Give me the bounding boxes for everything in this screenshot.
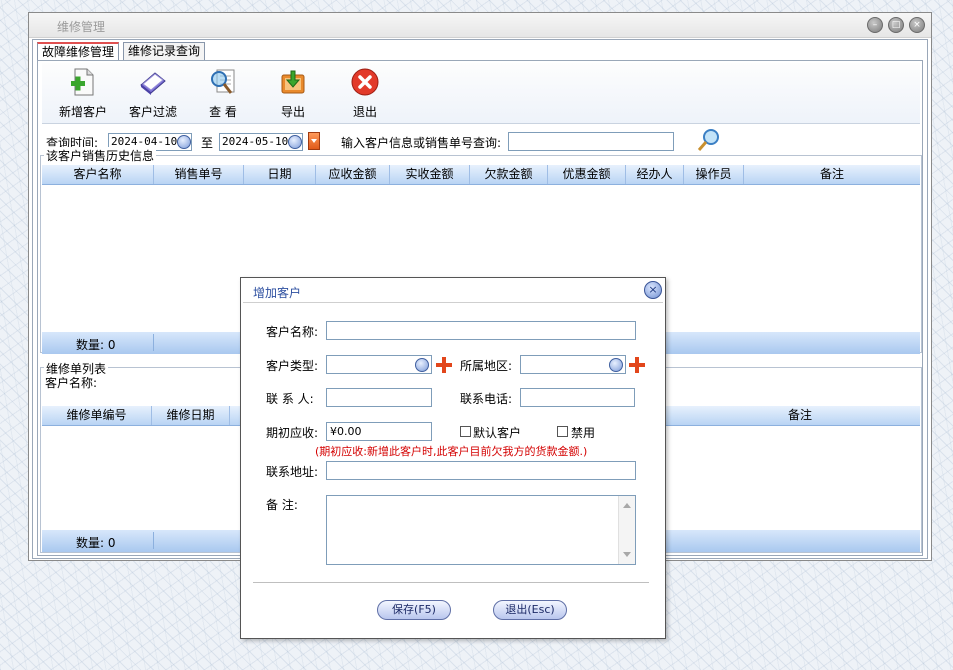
- customer-type-select[interactable]: [326, 355, 432, 374]
- col-handler[interactable]: 经办人: [626, 165, 684, 184]
- add-type-icon[interactable]: [436, 357, 452, 373]
- opening-receivable-hint: (期初应收:新增此客户时,此客户目前欠我方的货款金额.): [315, 445, 588, 458]
- export-label: 导出: [280, 105, 305, 119]
- search-label: 输入客户信息或销售单号查询:: [341, 136, 502, 150]
- region-select[interactable]: [520, 355, 626, 374]
- col-repair-remark[interactable]: 备注: [680, 406, 920, 425]
- tab-repair-management[interactable]: 故障维修管理: [37, 42, 120, 61]
- disabled-label: 禁用: [571, 426, 596, 440]
- address-input[interactable]: [326, 461, 636, 480]
- remark-textarea[interactable]: [326, 495, 636, 565]
- date-dropdown-icon[interactable]: [308, 132, 320, 150]
- col-repair-no[interactable]: 维修单编号: [42, 406, 152, 425]
- col-operator[interactable]: 操作员: [684, 165, 744, 184]
- end-date-spin-icon[interactable]: [288, 135, 302, 149]
- col-remark[interactable]: 备注: [744, 165, 920, 184]
- cancel-button[interactable]: 退出(Esc): [493, 600, 567, 620]
- customer-name-input[interactable]: [326, 321, 636, 340]
- add-customer-label: 新增客户: [58, 105, 107, 119]
- col-repair-date[interactable]: 维修日期: [152, 406, 230, 425]
- view-label: 查 看: [209, 105, 237, 119]
- exit-label: 退出: [352, 105, 377, 119]
- filter-book-icon: [140, 72, 166, 95]
- add-region-icon[interactable]: [629, 357, 645, 373]
- dialog-body: 客户名称: 客户类型: 所属地区: 联 系 人: 联系电话: 期初应收: ¥0.…: [243, 302, 663, 637]
- title-bar: 维修管理 – □ ×: [29, 13, 931, 38]
- col-discount[interactable]: 优惠金额: [548, 165, 626, 184]
- exit-icon: [351, 68, 379, 96]
- toolbar: 新增客户 客户过滤 查 看 导出 退出: [42, 63, 920, 124]
- repair-list-title: 维修单列表: [44, 360, 109, 377]
- customer-type-label: 客户类型:: [266, 359, 319, 373]
- customer-filter-label: 客户过滤: [128, 105, 177, 119]
- col-owed[interactable]: 欠款金额: [470, 165, 548, 184]
- start-date-spin-icon[interactable]: [177, 135, 191, 149]
- customer-type-dropdown-icon[interactable]: [415, 358, 429, 372]
- dialog-divider: [253, 582, 649, 583]
- to-label: 至: [201, 136, 214, 150]
- add-document-icon: [71, 68, 94, 96]
- save-button[interactable]: 保存(F5): [377, 600, 451, 620]
- col-date[interactable]: 日期: [244, 165, 316, 184]
- repair-count-label: 数量: 0: [76, 536, 116, 550]
- col-receivable[interactable]: 应收金额: [316, 165, 390, 184]
- contact-label: 联 系 人:: [266, 392, 314, 406]
- add-customer-dialog: 增加客户 × 客户名称: 客户类型: 所属地区: 联 系 人: 联系电话: 期初…: [240, 277, 666, 639]
- disabled-checkbox[interactable]: [557, 426, 568, 437]
- window-title: 维修管理: [57, 20, 106, 34]
- export-button[interactable]: 导出: [258, 67, 328, 123]
- end-date-value: 2024-05-10: [222, 135, 289, 148]
- default-customer-checkbox[interactable]: [460, 426, 471, 437]
- phone-label: 联系电话:: [460, 392, 513, 406]
- col-sales-no[interactable]: 销售单号: [154, 165, 244, 184]
- sales-count-label: 数量: 0: [76, 338, 116, 352]
- region-dropdown-icon[interactable]: [609, 358, 623, 372]
- address-label: 联系地址:: [266, 465, 319, 479]
- close-icon[interactable]: ×: [909, 17, 925, 33]
- tab-repair-records[interactable]: 维修记录查询: [123, 42, 206, 60]
- region-label: 所属地区:: [460, 359, 513, 373]
- search-input[interactable]: [508, 132, 674, 151]
- add-customer-button[interactable]: 新增客户: [48, 67, 118, 123]
- remark-scrollbar[interactable]: [618, 496, 635, 564]
- export-icon: [281, 70, 305, 94]
- sales-history-header: 客户名称 销售单号 日期 应收金额 实收金额 欠款金额 优惠金额 经办人 操作员…: [42, 165, 920, 185]
- magnifier-icon: [211, 69, 235, 94]
- phone-input[interactable]: [520, 388, 635, 407]
- exit-button[interactable]: 退出: [330, 67, 400, 123]
- default-customer-label: 默认客户: [473, 426, 522, 440]
- contact-input[interactable]: [326, 388, 432, 407]
- minimize-icon[interactable]: –: [867, 17, 883, 33]
- customer-filter-button[interactable]: 客户过滤: [118, 67, 188, 123]
- col-customer-name[interactable]: 客户名称: [42, 165, 154, 184]
- sales-history-title: 该客户销售历史信息: [44, 147, 157, 164]
- end-date-field[interactable]: 2024-05-10: [219, 133, 303, 151]
- col-received[interactable]: 实收金额: [390, 165, 470, 184]
- maximize-icon[interactable]: □: [888, 17, 904, 33]
- remark-label: 备 注:: [266, 498, 298, 512]
- search-icon[interactable]: [696, 127, 722, 153]
- customer-name-label: 客户名称:: [266, 325, 319, 339]
- opening-receivable-input[interactable]: ¥0.00: [326, 422, 432, 441]
- dialog-title: 增加客户: [253, 286, 302, 300]
- view-button[interactable]: 查 看: [188, 67, 258, 123]
- opening-receivable-label: 期初应收:: [266, 426, 319, 440]
- dialog-close-icon[interactable]: ×: [644, 281, 662, 299]
